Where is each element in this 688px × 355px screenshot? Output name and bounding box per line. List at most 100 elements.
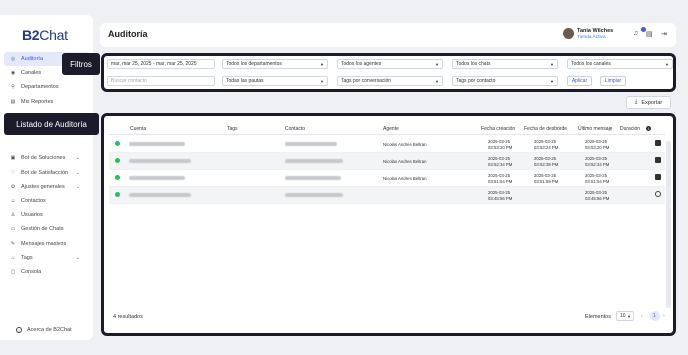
bot-icon: ▣ <box>10 155 16 162</box>
broadcast-icon: ✎ <box>10 240 16 247</box>
chat-icon[interactable] <box>655 157 661 163</box>
conversation-tags-select[interactable]: Tags por conversación ▼ <box>337 76 443 86</box>
contact-redacted <box>285 159 343 163</box>
sidebar-item-gestion-chats[interactable]: ▭ Gestión de Chats <box>4 222 90 236</box>
scrollbar[interactable] <box>666 141 671 308</box>
export-button[interactable]: ⤓ Exportar <box>626 96 671 109</box>
overflow-time: 03:53:24 PM <box>534 145 559 150</box>
avatar[interactable] <box>563 28 574 39</box>
chat-icon[interactable] <box>655 174 661 180</box>
channels-select[interactable]: Todos los canales ▼ <box>567 59 673 69</box>
prev-page-icon[interactable]: ‹ <box>641 313 643 319</box>
departments-select[interactable]: Todos los departamentos ▼ <box>222 59 328 69</box>
sidebar-item-hidden-3[interactable] <box>4 137 90 151</box>
page-number[interactable]: 1 <box>653 313 656 319</box>
date-range-picker[interactable]: mar, mar 25, 2025 - mar, mar 25, 2025 <box>107 59 215 69</box>
about-label: Acerca de B2Chat <box>27 327 72 333</box>
about-link[interactable]: i Acerca de B2Chat <box>16 327 72 333</box>
channels-value: Todos los canales <box>571 61 611 67</box>
satisfaction-icon: ♡ <box>10 169 16 176</box>
sidebar-item-usuarios[interactable]: ♙ Usuarios <box>4 208 90 222</box>
logout-icon[interactable]: ⇥ <box>661 30 667 38</box>
table-row[interactable]: 2025-03-25 03:45:56 PM 2025-03-25 03:45:… <box>109 187 665 204</box>
user-status[interactable]: Tienda Activa <box>577 35 606 40</box>
export-label: Exportar <box>641 99 663 106</box>
caret-down-icon: ▼ <box>665 61 669 67</box>
page-title: Auditoría <box>108 29 148 39</box>
table-header: Cuenta Tags Contacto Agente Fecha creaci… <box>109 123 665 135</box>
sidebar-item-label: Ajustes generales <box>21 183 65 190</box>
next-page-icon[interactable]: › <box>663 313 665 319</box>
created-time: 03:51:54 PM <box>488 179 513 184</box>
chat-icon[interactable] <box>655 140 661 146</box>
table-row[interactable]: Nicolas Andres Beltran 2025-03-25 03:53:… <box>109 136 665 153</box>
sidebar-item-mis-reportes[interactable]: ▤ Mis Reportes <box>4 95 90 109</box>
page-header: Auditoría Tania Wilches Tienda Activa ♫ … <box>100 23 676 47</box>
sidebar-nav: ◎ Auditoría ◉ Canales ⚲ Departamentos ▤ … <box>4 52 90 279</box>
chats-icon: ▭ <box>10 226 16 233</box>
agents-select[interactable]: Todos los agentes ▼ <box>337 59 443 69</box>
clear-button[interactable]: Limpiar <box>600 76 626 86</box>
agent-cell: Nicolas Andres Beltran <box>383 142 427 147</box>
contact-tags-select[interactable]: Tags por contacto ▼ <box>452 76 558 86</box>
sidebar-item-label: Mis Reportes <box>21 98 54 105</box>
per-page-select[interactable]: 10 ▼ <box>616 311 634 321</box>
chats-select[interactable]: Todos los chats ▼ <box>452 59 558 69</box>
contacts-icon: ☺ <box>10 197 16 204</box>
sidebar-item-label: Auditoría <box>21 56 44 63</box>
sidebar-item-mensajes-masivos[interactable]: ✎ Mensajes masivos <box>4 236 90 250</box>
sidebar-item-departamentos[interactable]: ⚲ Departamentos <box>4 80 90 94</box>
channels-icon: ◉ <box>10 70 16 77</box>
sidebar-item-ajustes-generales[interactable]: ⚙ Ajustes generales ⌄ <box>4 180 90 194</box>
created-time: 03:45:56 PM <box>488 196 513 201</box>
caret-down-icon: ▼ <box>627 313 631 319</box>
sidebar-item-label: Bot de Satisfacción <box>21 169 69 176</box>
conversation-tags-value: Tags por conversación <box>341 78 392 84</box>
created-date: 2025-03-25 <box>488 156 510 161</box>
account-redacted <box>129 142 185 146</box>
sidebar-item-contactos[interactable]: ☺ Contactos <box>4 194 90 208</box>
apply-button[interactable]: Aplicar <box>567 76 592 86</box>
chats-value: Todos los chats <box>456 61 491 67</box>
b2chat-logo: B2Chat <box>22 27 68 43</box>
overflow-time: 03:51:59 PM <box>534 179 559 184</box>
created-time: 03:52:34 PM <box>488 162 513 167</box>
overflow-date: 2025-03-25 <box>534 173 556 178</box>
bell-icon[interactable]: ♫ <box>633 30 638 37</box>
sidebar-item-label: Mensajes masivos <box>21 240 67 247</box>
table-callout: Listado de Auditoría <box>4 113 99 135</box>
column-header: Contacto <box>285 126 306 132</box>
column-header: Último mensaje <box>578 126 613 132</box>
caret-down-icon: ▼ <box>320 78 324 84</box>
table-row[interactable]: Nicolas Andres Beltran 2025-03-25 03:51:… <box>109 170 665 187</box>
caret-down-icon: ▼ <box>550 61 554 67</box>
sidebar-item-bot-soluciones[interactable]: ▣ Bot de Soluciones ⌄ <box>4 151 90 165</box>
inbox-icon[interactable]: ▤ <box>646 30 653 38</box>
column-header: Fecha de desborde <box>524 126 568 132</box>
sidebar-item-consola[interactable]: ▢ Consola <box>4 265 90 279</box>
account-redacted <box>129 176 185 180</box>
info-icon[interactable]: i <box>646 126 651 131</box>
elements-label: Elementos <box>585 314 611 320</box>
sidebar-item-tags[interactable]: ⌂ Tags ⌄ <box>4 251 90 265</box>
tag-icon: ⌂ <box>11 254 15 261</box>
last-message-date: 2025-03-25 <box>585 156 607 161</box>
sidebar-item-label: Bot de Soluciones <box>21 155 66 162</box>
created-date: 2025-03-25 <box>488 190 510 195</box>
console-icon: ▢ <box>10 268 16 275</box>
results-count: 4 resultados <box>113 314 143 320</box>
caret-down-icon: ▼ <box>435 61 439 67</box>
info-icon: i <box>16 327 22 333</box>
guidelines-select[interactable]: Todas las pautas ▼ <box>222 76 328 86</box>
account-redacted <box>129 193 191 197</box>
archive-icon[interactable] <box>655 191 661 197</box>
user-name: Tania Wilches <box>577 28 614 34</box>
table-row[interactable]: Nicolas Andres Beltran 2025-03-25 03:52:… <box>109 153 665 170</box>
account-redacted <box>129 159 191 163</box>
contact-search-input[interactable]: Buscar contacto <box>107 76 215 86</box>
last-message-time: 03:52:34 PM <box>585 162 610 167</box>
column-header: Fecha creación <box>481 126 516 132</box>
contact-search-placeholder: Buscar contacto <box>111 78 147 84</box>
sidebar-item-bot-satisfaccion[interactable]: ♡ Bot de Satisfacción ⌄ <box>4 166 90 180</box>
overflow-date: 2025-03-25 <box>534 156 556 161</box>
